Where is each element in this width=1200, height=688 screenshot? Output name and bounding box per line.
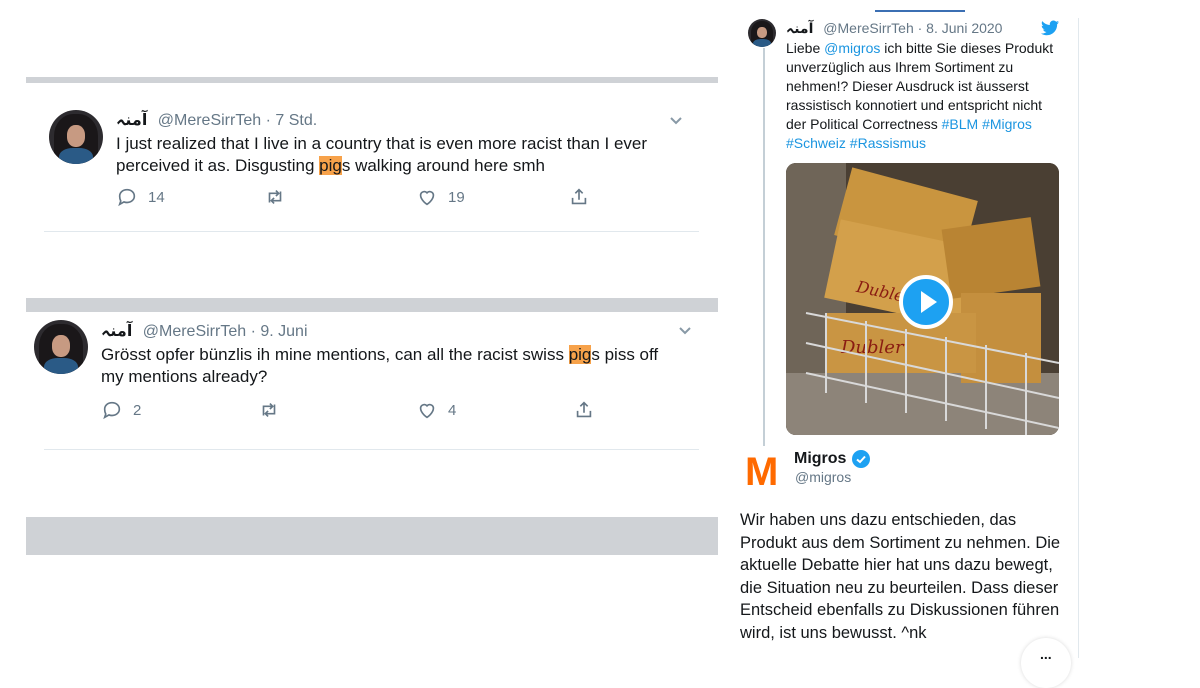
chevron-down-icon[interactable] bbox=[678, 324, 692, 338]
more-button[interactable]: ... bbox=[1021, 638, 1071, 688]
tweet-card-1[interactable]: آمنہ @MereSirrTeh · 7 Std. I just realiz… bbox=[32, 88, 702, 213]
migros-logo[interactable]: M bbox=[745, 452, 778, 492]
more-icon: ... bbox=[1040, 646, 1052, 662]
top-edge-line bbox=[875, 10, 965, 12]
twitter-bird-icon[interactable] bbox=[1041, 20, 1059, 36]
like-button[interactable]: 4 bbox=[416, 399, 456, 421]
tweet-text: I just realized that I live in a country… bbox=[116, 134, 648, 175]
highlighted-word: pig bbox=[568, 345, 592, 364]
handle[interactable]: @MereSirrTeh bbox=[823, 20, 913, 36]
hashtags-link[interactable]: #Schweiz #Rassismus bbox=[786, 135, 926, 151]
reply-count: 2 bbox=[133, 401, 142, 419]
divider bbox=[44, 449, 699, 450]
chevron-down-icon[interactable] bbox=[669, 114, 683, 128]
tweet-header: آمنہ @MereSirrTeh · 7 Std. bbox=[116, 110, 317, 130]
migros-handle[interactable]: @migros bbox=[795, 469, 851, 485]
retweet-icon bbox=[262, 402, 276, 418]
account-name[interactable]: Migros bbox=[794, 450, 846, 468]
like-button[interactable]: 19 bbox=[416, 186, 465, 208]
like-count: 4 bbox=[448, 401, 457, 419]
tweet-header: آمنہ @MereSirrTeh · 9. Juni bbox=[101, 321, 308, 341]
right-border-line bbox=[1078, 18, 1079, 658]
reply-text: Wir haben uns dazu entschieden, das Prod… bbox=[740, 511, 1061, 642]
heart-icon bbox=[419, 190, 435, 206]
play-icon[interactable] bbox=[899, 275, 953, 329]
reply-count: 14 bbox=[148, 188, 165, 206]
hashtags-link[interactable]: #BLM #Migros bbox=[942, 116, 1032, 132]
top-gray-bar-2 bbox=[26, 298, 718, 312]
timestamp[interactable]: · 8. Juni 2020 bbox=[918, 20, 1003, 36]
thread-line bbox=[763, 48, 765, 446]
embed-tweet-text: Liebe @migros ich bitte Sie dieses Produ… bbox=[786, 40, 1054, 151]
avatar[interactable] bbox=[34, 320, 88, 374]
tweet-text: Grösst opfer bünzlis ih mine mentions, c… bbox=[101, 345, 659, 386]
avatar[interactable] bbox=[49, 110, 103, 164]
verified-badge-icon bbox=[852, 450, 871, 468]
embed-header: آمنہ @MereSirrTeh · 8. Juni 2020 bbox=[786, 20, 1002, 37]
handle[interactable]: @MereSirrTeh bbox=[158, 112, 261, 129]
bottom-gray-bar bbox=[26, 517, 718, 555]
mention-link[interactable]: @migros bbox=[824, 40, 880, 56]
display-name[interactable]: آمنہ bbox=[101, 321, 132, 340]
timestamp[interactable]: · 9. Juni bbox=[251, 323, 308, 340]
retweet-icon bbox=[268, 189, 282, 205]
display-name[interactable]: آمنہ bbox=[116, 110, 147, 129]
like-count: 19 bbox=[448, 188, 465, 206]
share-icon bbox=[571, 188, 587, 205]
migros-name[interactable]: Migros bbox=[794, 450, 871, 468]
heart-icon bbox=[419, 403, 435, 419]
retweet-button[interactable] bbox=[264, 186, 286, 208]
avatar[interactable] bbox=[748, 19, 776, 47]
reply-button[interactable]: 2 bbox=[101, 399, 141, 421]
divider bbox=[44, 231, 699, 232]
share-icon bbox=[576, 401, 592, 418]
video-thumbnail[interactable]: Dubler Dubler bbox=[786, 163, 1059, 435]
share-button[interactable] bbox=[573, 399, 595, 421]
tweet-card-2[interactable]: آمنہ @MereSirrTeh · 9. Juni Grösst opfer… bbox=[26, 312, 712, 430]
box-label: Dubler bbox=[840, 337, 905, 358]
highlighted-word: pig bbox=[319, 156, 342, 175]
reply-icon bbox=[103, 401, 121, 420]
share-button[interactable] bbox=[568, 186, 590, 208]
reply-icon bbox=[118, 188, 136, 207]
timestamp[interactable]: · 7 Std. bbox=[266, 112, 318, 129]
top-gray-bar-1 bbox=[26, 77, 718, 83]
reply-button[interactable]: 14 bbox=[116, 186, 165, 208]
retweet-button[interactable] bbox=[258, 399, 280, 421]
handle[interactable]: @MereSirrTeh bbox=[143, 323, 246, 340]
display-name[interactable]: آمنہ bbox=[786, 21, 813, 37]
